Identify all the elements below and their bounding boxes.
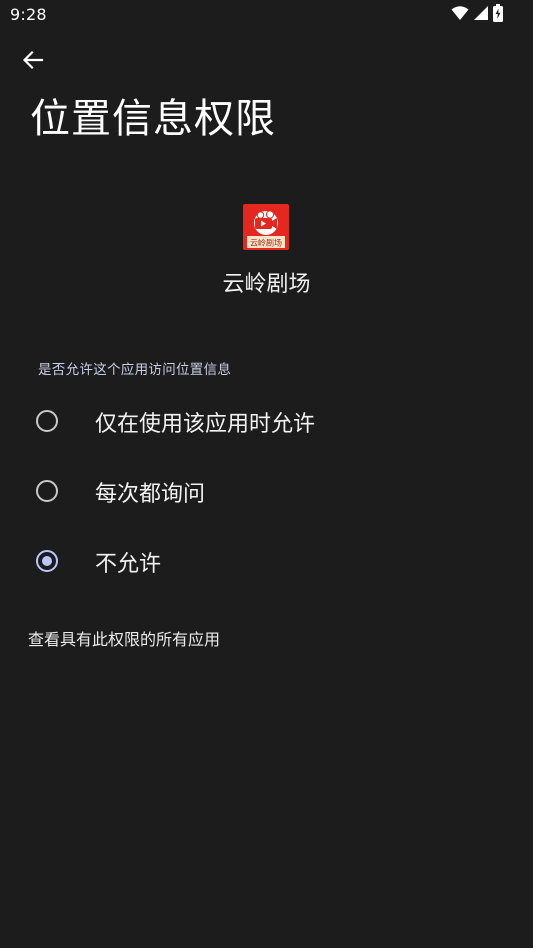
arrow-back-icon xyxy=(22,49,44,75)
option-allow-while-using[interactable]: 仅在使用该应用时允许 xyxy=(0,391,533,451)
option-deny[interactable]: 不允许 xyxy=(0,531,533,591)
app-icon-label: 云岭剧场 xyxy=(250,238,282,248)
back-button[interactable] xyxy=(14,44,52,80)
radio-button-unchecked[interactable] xyxy=(36,480,58,502)
option-label: 每次都询问 xyxy=(95,482,206,507)
radio-button-unchecked[interactable] xyxy=(36,410,58,432)
radio-dot xyxy=(42,556,52,566)
page-title: 位置信息权限 xyxy=(30,96,276,142)
permission-question: 是否允许这个应用访问位置信息 xyxy=(38,362,232,378)
radio-button-checked[interactable] xyxy=(36,550,58,572)
option-label: 仅在使用该应用时允许 xyxy=(95,412,316,437)
see-all-apps-link[interactable]: 查看具有此权限的所有应用 xyxy=(28,626,220,650)
app-name: 云岭剧场 xyxy=(222,272,311,297)
status-icons xyxy=(451,4,503,26)
cellular-signal-icon xyxy=(473,5,489,25)
wifi-icon xyxy=(451,5,469,25)
option-label: 不允许 xyxy=(95,552,162,577)
option-ask-every-time[interactable]: 每次都询问 xyxy=(0,461,533,521)
app-icon: 云岭剧场 xyxy=(243,204,289,250)
status-bar: 9:28 xyxy=(0,0,533,30)
battery-charging-icon xyxy=(493,4,503,26)
status-time: 9:28 xyxy=(10,5,47,24)
